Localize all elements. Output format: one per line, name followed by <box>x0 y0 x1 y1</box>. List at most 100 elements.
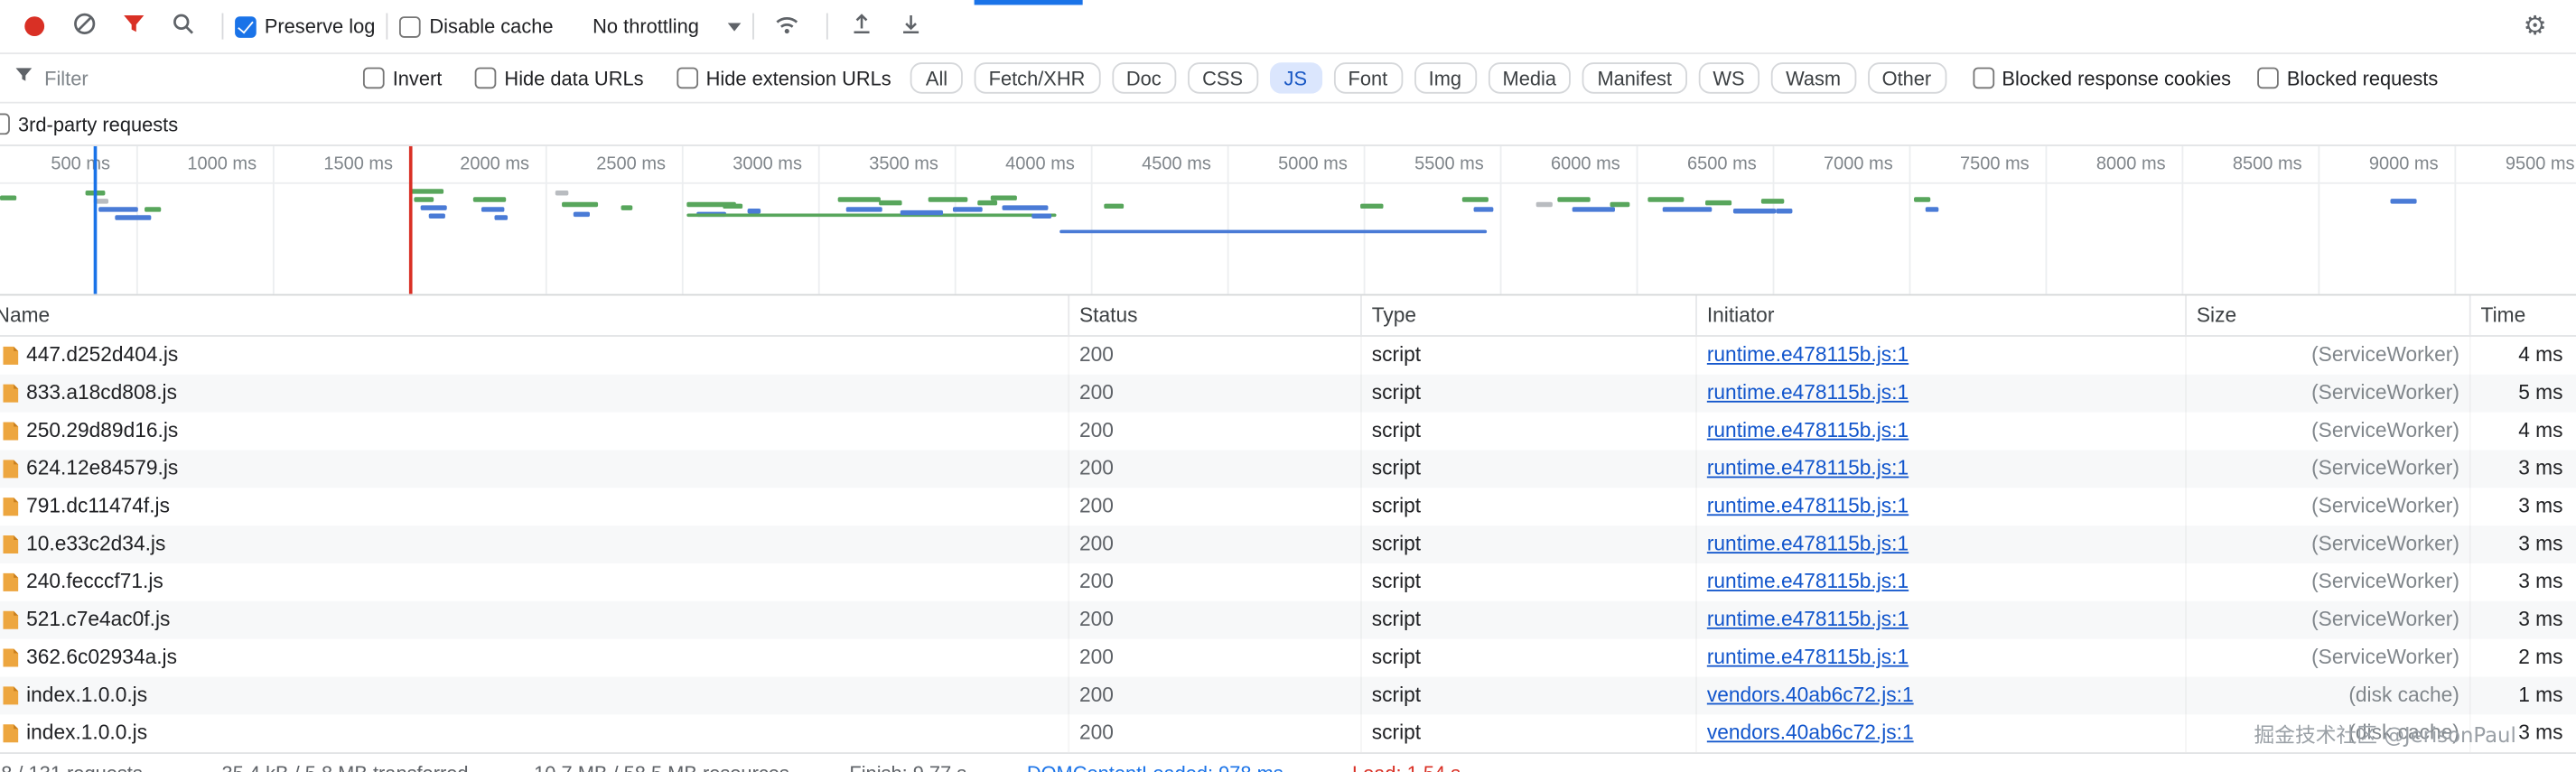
request-row[interactable]: 791.dc11474f.js 200 script runtime.e478115b… <box>0 488 2576 526</box>
filter-pill-manifest[interactable]: Manifest <box>1582 62 1687 94</box>
import-har-button[interactable] <box>840 5 882 47</box>
filter-pill-wasm[interactable]: Wasm <box>1770 62 1856 94</box>
filter-pill-font[interactable]: Font <box>1333 62 1403 94</box>
filter-pill-fetch-xhr[interactable]: Fetch/XHR <box>974 62 1100 94</box>
request-type: script <box>1360 563 1695 601</box>
request-row[interactable]: 624.12e84579.js 200 script runtime.e478115b… <box>0 450 2576 488</box>
hide-data-urls-checkbox[interactable]: Hide data URLs <box>474 67 644 89</box>
initiator-link[interactable]: runtime.e478115b.js:1 <box>1707 381 1909 404</box>
request-name: 362.6c02934a.js <box>0 639 1068 677</box>
initiator-link[interactable]: runtime.e478115b.js:1 <box>1707 646 1909 668</box>
request-row[interactable]: index.1.0.0.js 200 script vendors.40ab6c72.… <box>0 714 2576 753</box>
preserve-log-checkbox[interactable]: Preserve log <box>235 14 375 38</box>
request-type: script <box>1360 526 1695 563</box>
request-type: script <box>1360 714 1695 753</box>
initiator-link[interactable]: runtime.e478115b.js:1 <box>1707 419 1909 442</box>
hide-extension-urls-label: Hide extension URLs <box>705 66 891 90</box>
hide-extension-urls-checkbox[interactable]: Hide extension URLs <box>676 66 891 90</box>
waterfall-bar <box>562 201 599 208</box>
filter-pill-doc[interactable]: Doc <box>1111 62 1177 94</box>
request-row[interactable]: 250.29d89d16.js 200 script runtime.e478115b… <box>0 412 2576 451</box>
blocked-response-cookies-checkbox[interactable]: Blocked response cookies <box>1972 67 2231 89</box>
timeline-tick-label: 3000 ms <box>733 153 802 174</box>
waterfall-bar <box>1557 197 1591 202</box>
request-status: 200 <box>1068 526 1360 563</box>
throttling-select[interactable]: No throttling <box>593 14 742 38</box>
network-overview[interactable]: 500 ms 1000 ms 1500 ms 2000 ms 2500 ms 3000 m… <box>0 144 2576 296</box>
initiator-link[interactable]: runtime.e478115b.js:1 <box>1707 343 1909 366</box>
script-file-icon <box>2 421 20 442</box>
filter-input[interactable]: Filter <box>14 63 350 93</box>
request-row[interactable]: 447.d252d404.js 200 script runtime.e478115b… <box>0 336 2576 375</box>
funnel-icon <box>14 63 35 93</box>
settings-button[interactable]: ⚙ <box>2514 5 2556 47</box>
waterfall-bar <box>1002 205 1049 210</box>
third-party-requests-label: 3rd-party requests <box>18 112 179 136</box>
filter-pill-ws[interactable]: WS <box>1698 62 1759 94</box>
waterfall-bar <box>494 215 509 220</box>
request-row[interactable]: 362.6c02934a.js 200 script runtime.e478115b… <box>0 638 2576 677</box>
waterfall-bar <box>2390 199 2417 204</box>
waterfall-bar <box>1662 207 1713 212</box>
request-status: 200 <box>1068 714 1360 753</box>
request-name: 240.fecccf71.js <box>0 563 1068 601</box>
initiator-link[interactable]: runtime.e478115b.js:1 <box>1707 608 1909 630</box>
waterfall-bar <box>1610 201 1630 208</box>
initiator-link[interactable]: runtime.e478115b.js:1 <box>1707 457 1909 479</box>
disable-cache-checkbox[interactable]: Disable cache <box>399 14 554 38</box>
checkbox-icon <box>0 113 10 135</box>
column-header-status[interactable]: Status <box>1068 295 1360 336</box>
timeline-gridline <box>681 145 684 294</box>
filter-pill-all[interactable]: All <box>910 62 963 94</box>
export-har-button[interactable] <box>890 5 932 47</box>
filter-toggle-button[interactable] <box>112 5 154 47</box>
network-conditions-button[interactable] <box>766 5 808 47</box>
search-button[interactable] <box>161 5 203 47</box>
request-row[interactable]: 240.fecccf71.js 200 script runtime.e478115b… <box>0 563 2576 601</box>
waterfall-bar <box>879 200 902 206</box>
filter-pill-media[interactable]: Media <box>1488 62 1572 94</box>
request-row[interactable]: 521.c7e4ac0f.js 200 script runtime.e478115b… <box>0 600 2576 639</box>
waterfall-bar <box>1732 209 1777 214</box>
toolbar-divider <box>221 13 224 40</box>
request-size: (ServiceWorker) <box>2185 488 2469 526</box>
column-header-size[interactable]: Size <box>2185 295 2469 336</box>
request-row[interactable]: 10.e33c2d34.js 200 script runtime.e478115b.… <box>0 526 2576 563</box>
timeline-gridline <box>545 145 547 294</box>
request-row[interactable]: index.1.0.0.js 200 script vendors.40ab6c72.… <box>0 676 2576 715</box>
invert-checkbox[interactable]: Invert <box>362 67 442 89</box>
column-header-initiator[interactable]: Initiator <box>1695 295 2185 336</box>
initiator-link[interactable]: runtime.e478115b.js:1 <box>1707 532 1909 554</box>
third-party-requests-checkbox[interactable]: 3rd-party requests <box>0 113 178 135</box>
initiator-link[interactable]: runtime.e478115b.js:1 <box>1707 495 1909 517</box>
timeline-tick-label: 1000 ms <box>187 153 257 174</box>
request-name: index.1.0.0.js <box>0 714 1068 752</box>
filter-pill-img[interactable]: Img <box>1414 62 1477 94</box>
script-file-icon <box>2 685 20 707</box>
disable-cache-label: Disable cache <box>429 14 554 38</box>
filter-pill-other[interactable]: Other <box>1867 62 1946 94</box>
waterfall-bar <box>837 197 881 202</box>
filter-pill-css[interactable]: CSS <box>1187 62 1258 94</box>
request-initiator: runtime.e478115b.js:1 <box>1695 488 2185 526</box>
request-size: (ServiceWorker) <box>2185 336 2469 375</box>
request-initiator: runtime.e478115b.js:1 <box>1695 450 2185 488</box>
initiator-link[interactable]: runtime.e478115b.js:1 <box>1707 570 1909 592</box>
filter-funnel-icon <box>121 12 145 42</box>
script-file-icon <box>2 609 20 631</box>
waterfall-bar <box>414 197 434 202</box>
initiator-link[interactable]: vendors.40ab6c72.js:1 <box>1707 684 1914 706</box>
column-header-name[interactable]: Name <box>0 295 1068 335</box>
column-header-type[interactable]: Type <box>1360 295 1695 336</box>
filter-pill-js[interactable]: JS <box>1269 62 1322 94</box>
clear-button[interactable] <box>62 5 105 47</box>
waterfall-bar <box>1031 213 1052 219</box>
record-button[interactable] <box>14 5 56 47</box>
blocked-requests-checkbox[interactable]: Blocked requests <box>2257 67 2438 89</box>
column-header-time[interactable]: Time <box>2469 295 2576 336</box>
waterfall-bar <box>977 200 998 206</box>
request-row[interactable]: 833.a18cd808.js 200 script runtime.e478115b… <box>0 374 2576 413</box>
waterfall-bar <box>1914 197 1931 202</box>
table-header: Name Status Type Initiator Size Time <box>0 295 2576 337</box>
initiator-link[interactable]: vendors.40ab6c72.js:1 <box>1707 721 1914 744</box>
